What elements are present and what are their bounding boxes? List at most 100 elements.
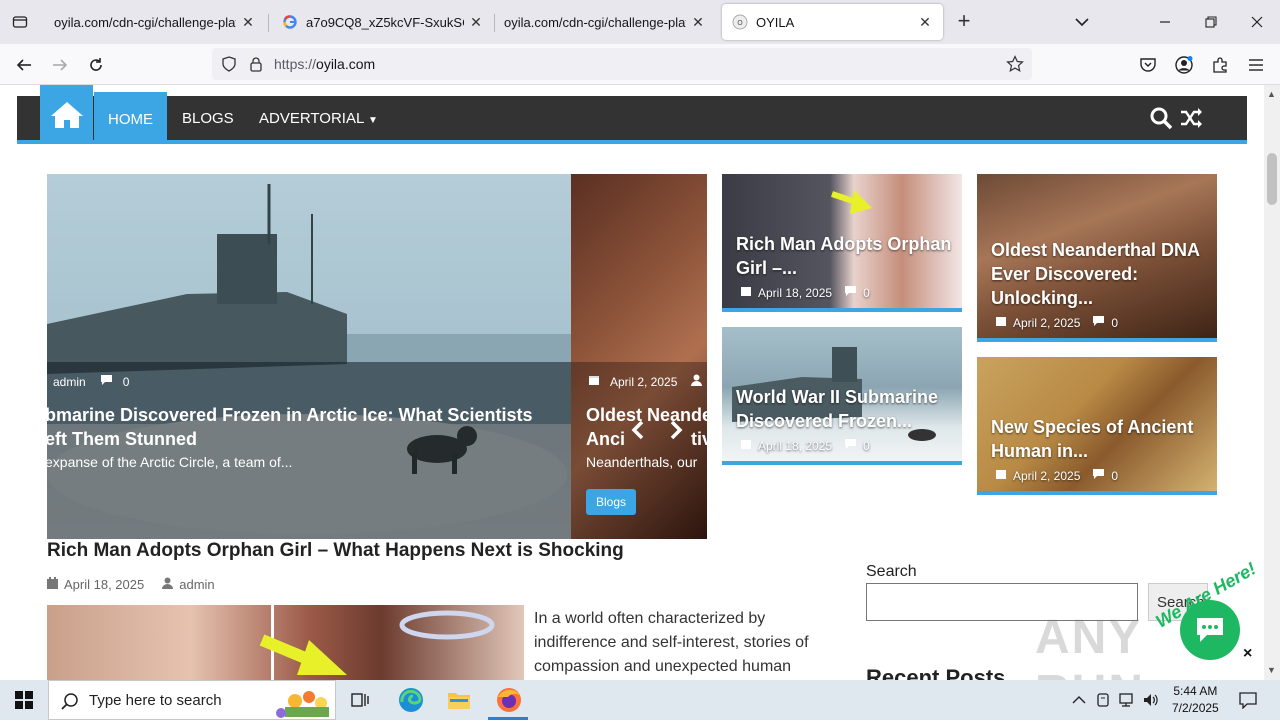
card-comments: 0 xyxy=(1111,468,1119,483)
minimize-icon[interactable] xyxy=(1150,8,1180,36)
menu-item-blogs[interactable]: BLOGS xyxy=(168,96,248,140)
card-title-line: Discovered Frozen... xyxy=(736,411,913,431)
tab-title: OYILA xyxy=(756,14,795,30)
firefox-icon[interactable] xyxy=(494,685,524,715)
chevron-right-icon[interactable] xyxy=(663,419,689,445)
tab-close-icon[interactable]: ✕ xyxy=(468,14,484,31)
chevron-left-icon[interactable] xyxy=(625,419,651,445)
scroll-down-icon[interactable]: ▼ xyxy=(1267,665,1276,675)
tab-title: oyila.com/cdn-cgi/challenge-platfor xyxy=(54,14,236,30)
page-scrollbar[interactable]: ▲ ▼ xyxy=(1264,85,1280,680)
browser-tab-active[interactable]: O OYILA ✕ xyxy=(722,4,943,40)
taskbar-clock[interactable]: 5:44 AM 7/2/2025 xyxy=(1172,683,1219,717)
windows-start-icon[interactable] xyxy=(0,680,48,720)
restore-icon[interactable] xyxy=(1196,8,1226,36)
device-icon[interactable] xyxy=(1094,691,1112,709)
card-title: New Species of Ancient Human in... xyxy=(991,415,1193,463)
tab-title: a7o9CQ8_xZ5kcVF-SxukSCX0hs xyxy=(306,14,464,30)
browser-tab-2[interactable]: a7o9CQ8_xZ5kcVF-SxukSCX0hs ✕ xyxy=(272,4,494,40)
search-icon xyxy=(61,692,79,715)
calendar-icon xyxy=(47,577,58,592)
edge-browser-icon[interactable] xyxy=(396,685,426,715)
scrollbar-thumb[interactable] xyxy=(1267,153,1277,205)
slide-meta: admin 0 xyxy=(53,374,129,389)
browser-tab-1[interactable]: oyila.com/cdn-cgi/challenge-platfor ✕ xyxy=(44,4,266,40)
taskbar-search-box[interactable]: Type here to search xyxy=(48,680,336,720)
url-host: oyila.com xyxy=(316,56,376,72)
post-card[interactable]: New Species of Ancient Human in... April… xyxy=(977,357,1217,495)
home-button[interactable] xyxy=(40,85,93,144)
post-card[interactable]: Oldest Neanderthal DNA Ever Discovered: … xyxy=(977,174,1217,342)
post-card[interactable]: Rich Man Adopts Orphan Girl –... April 1… xyxy=(722,174,962,312)
post-author[interactable]: admin xyxy=(179,577,214,592)
shield-icon[interactable] xyxy=(221,56,237,77)
slide-date: April 2, 2025 xyxy=(610,374,678,389)
caret-down-icon: ▼ xyxy=(367,115,378,126)
new-tab-icon[interactable]: + xyxy=(952,10,976,34)
post-meta: April 18, 2025 admin xyxy=(47,577,215,592)
post-featured-image[interactable] xyxy=(47,605,524,680)
url-bar[interactable]: https://oyila.com xyxy=(212,48,1032,80)
scroll-up-icon[interactable]: ▲ xyxy=(1267,89,1276,99)
chevron-up-icon[interactable] xyxy=(1070,691,1088,709)
hamburger-menu-icon[interactable] xyxy=(1243,52,1269,78)
notifications-icon[interactable] xyxy=(1238,691,1257,710)
tab-separator xyxy=(268,14,269,32)
card-date: April 18, 2025 xyxy=(758,438,833,453)
menu-item-advertorial[interactable]: ADVERTORIAL ▼ xyxy=(245,96,392,140)
tab-close-icon[interactable]: ✕ xyxy=(690,14,706,31)
comment-icon xyxy=(844,438,857,453)
slide-excerpt: Neanderthals, our xyxy=(586,454,698,470)
featured-slider[interactable]: admin 0 bmarine Discovered Frozen in Arc… xyxy=(47,174,707,539)
volume-icon[interactable] xyxy=(1142,691,1160,709)
recent-posts-heading: Recent Posts xyxy=(866,665,1006,680)
card-title: Oldest Neanderthal DNA Ever Discovered: … xyxy=(991,238,1200,310)
tab-close-icon[interactable]: ✕ xyxy=(240,14,256,31)
forward-arrow-icon[interactable] xyxy=(47,52,73,78)
pocket-icon[interactable] xyxy=(1135,52,1161,78)
slide-excerpt: expanse of the Arctic Circle, a team of.… xyxy=(47,454,293,470)
post-date[interactable]: April 18, 2025 xyxy=(64,577,144,592)
slide-author[interactable]: admin xyxy=(53,375,86,389)
category-badge[interactable]: Blogs xyxy=(586,489,637,515)
reload-icon[interactable] xyxy=(83,52,109,78)
tab-list-icon[interactable] xyxy=(8,10,32,34)
card-title-line: World War II Submarine xyxy=(736,387,939,407)
extensions-icon[interactable] xyxy=(1207,52,1233,78)
back-arrow-icon[interactable] xyxy=(11,52,37,78)
account-icon[interactable] xyxy=(1171,52,1197,78)
card-title-line: Ever Discovered: xyxy=(991,264,1139,284)
task-view-icon[interactable] xyxy=(345,685,375,715)
network-icon[interactable] xyxy=(1118,691,1136,709)
tab-title: oyila.com/cdn-cgi/challenge-platfor xyxy=(504,14,686,30)
browser-tab-3[interactable]: oyila.com/cdn-cgi/challenge-platfor ✕ xyxy=(494,4,716,40)
chevron-down-icon[interactable] xyxy=(1070,10,1094,34)
card-title: World War II Submarine Discovered Frozen… xyxy=(736,385,938,433)
browser-navigation-bar: https://oyila.com xyxy=(0,44,1280,85)
card-date: April 2, 2025 xyxy=(1013,315,1081,330)
search-icon[interactable] xyxy=(1149,106,1173,130)
menu-item-label: ADVERTORIAL xyxy=(259,110,364,127)
svg-text:O: O xyxy=(737,19,743,27)
chat-close-icon[interactable]: × xyxy=(1243,645,1252,663)
close-window-icon[interactable] xyxy=(1242,8,1272,36)
shuffle-icon[interactable] xyxy=(1179,106,1203,130)
card-comments: 0 xyxy=(863,285,870,300)
chat-widget-button[interactable] xyxy=(1180,600,1240,660)
tab-close-icon[interactable]: ✕ xyxy=(917,14,933,31)
user-icon xyxy=(691,374,703,389)
post-title[interactable]: Rich Man Adopts Orphan Girl – What Happe… xyxy=(47,540,624,562)
file-explorer-icon[interactable] xyxy=(444,685,474,715)
menu-item-home[interactable]: HOME xyxy=(94,92,167,140)
url-scheme: https:// xyxy=(274,56,317,72)
bookmark-star-icon[interactable] xyxy=(1006,55,1024,78)
comment-icon xyxy=(1092,468,1105,483)
card-title: Rich Man Adopts Orphan Girl –... xyxy=(736,232,951,280)
card-title-line: Oldest Neanderthal DNA xyxy=(991,240,1201,260)
google-favicon-icon xyxy=(282,14,298,30)
slide-title-line: Anci xyxy=(586,429,626,449)
windows-taskbar: Type here to search 5:44 AM 7/2/2025 xyxy=(0,680,1280,720)
slide-title[interactable]: bmarine Discovered Frozen in Arctic Ice:… xyxy=(47,403,532,451)
post-card[interactable]: World War II Submarine Discovered Frozen… xyxy=(722,327,962,465)
lock-icon[interactable] xyxy=(249,56,263,77)
